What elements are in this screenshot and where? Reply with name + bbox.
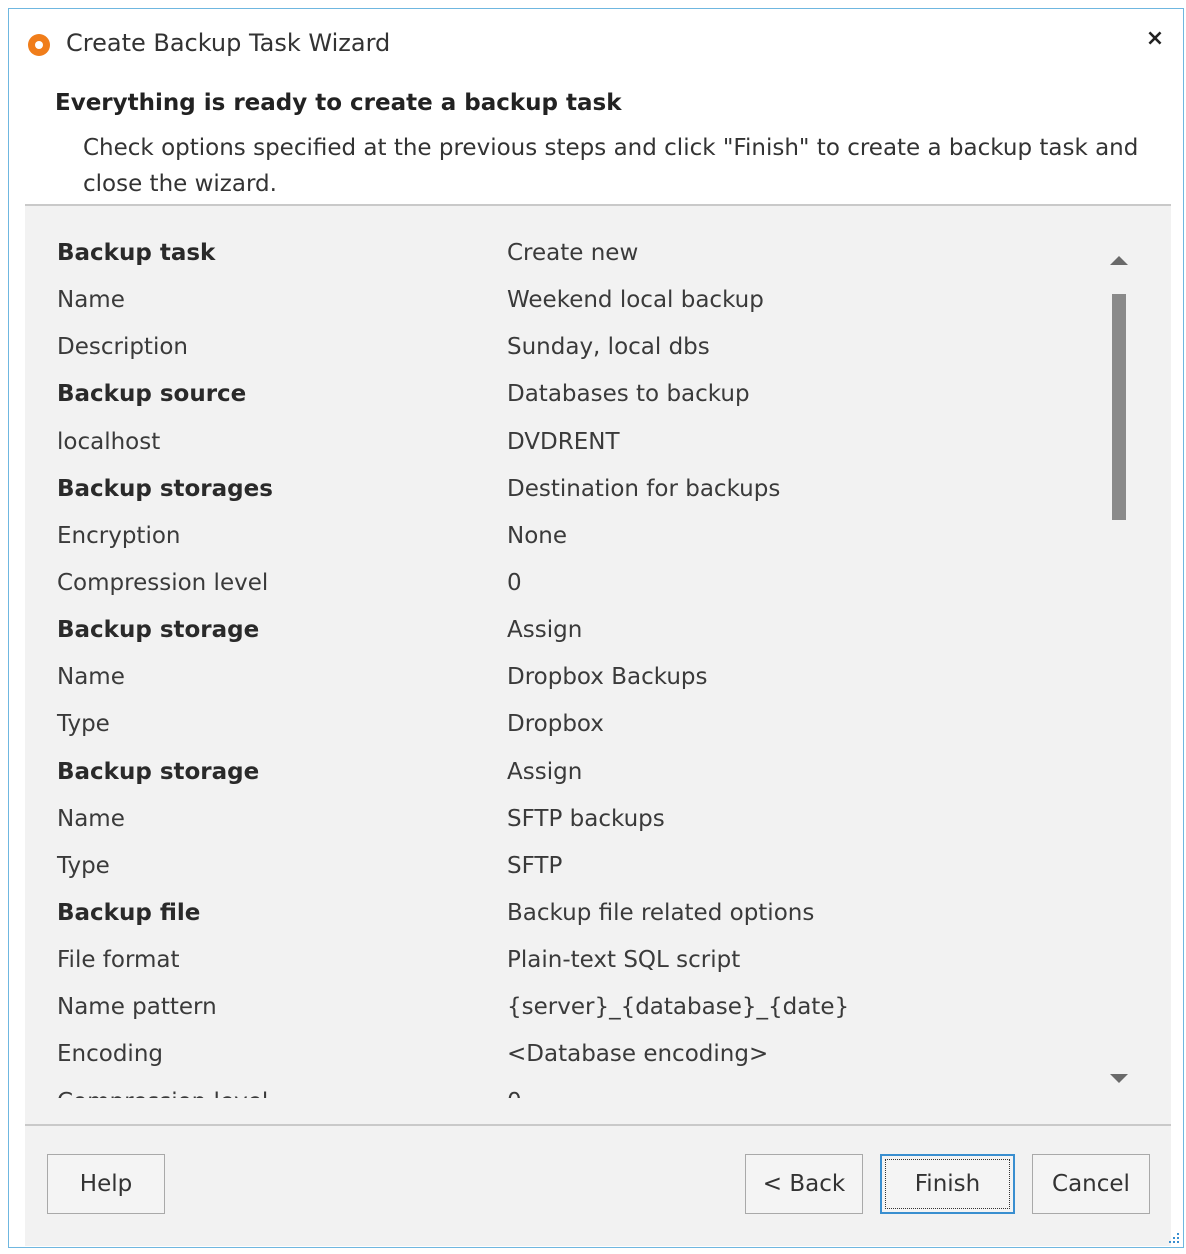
summary-section-row: Backup source Databases to backup	[25, 373, 1105, 420]
summary-value: Create new	[507, 240, 639, 266]
step-description: Check options specified at the previous …	[83, 135, 1139, 197]
summary-key: Backup source	[57, 381, 247, 408]
summary-value: Sunday, local dbs	[507, 334, 710, 361]
summary-row: Name Dropbox Backups	[25, 656, 1105, 703]
summary-row: Compression level 0	[25, 562, 1105, 609]
summary-value: Assign	[507, 617, 583, 644]
summary-section-row: Backup task Create new	[25, 232, 1105, 279]
summary-row: Name pattern {server}_{database}_{date}	[25, 986, 1105, 1033]
resize-grip-icon[interactable]	[1167, 1231, 1181, 1245]
back-button[interactable]: < Back	[745, 1154, 863, 1214]
summary-key: Description	[57, 334, 188, 361]
summary-row: localhost DVDRENT	[25, 421, 1105, 468]
cancel-button[interactable]: Cancel	[1032, 1154, 1150, 1214]
summary-section-row: Backup file Backup file related options	[25, 892, 1105, 939]
help-button[interactable]: Help	[47, 1154, 165, 1214]
summary-value: Plain-text SQL script	[507, 947, 741, 974]
summary-value: Dropbox	[507, 711, 604, 738]
summary-key: Compression level	[57, 1089, 268, 1098]
summary-row: Encryption None	[25, 515, 1105, 562]
title-bar: Create Backup Task Wizard ×	[9, 9, 1183, 75]
close-icon[interactable]: ×	[1139, 23, 1171, 55]
summary-row: File format Plain-text SQL script	[25, 939, 1105, 986]
summary-key: Backup storage	[57, 617, 260, 644]
summary-list: Backup task Create new Name Weekend local b…	[25, 232, 1105, 1098]
summary-value: None	[507, 522, 568, 549]
summary-key: Name	[57, 805, 125, 832]
summary-value: SFTP	[507, 852, 563, 879]
summary-key: Type	[57, 852, 110, 879]
summary-row: Description Sunday, local dbs	[25, 326, 1105, 373]
summary-key: Backup storages	[57, 475, 273, 502]
summary-row: Name SFTP backups	[25, 798, 1105, 845]
window-title: Create Backup Task Wizard	[66, 29, 391, 57]
summary-value: 0	[507, 569, 522, 596]
summary-key: localhost	[57, 428, 161, 455]
summary-key: Name	[57, 664, 125, 691]
summary-key: Encryption	[57, 522, 181, 549]
summary-row: Type SFTP	[25, 845, 1105, 892]
summary-row: Encoding <Database encoding>	[25, 1033, 1105, 1080]
summary-panel: Backup task Create new Name Weekend local b…	[25, 206, 1171, 1124]
summary-key: Compression level	[57, 569, 269, 596]
scroll-down-arrow-icon[interactable]	[1110, 1074, 1128, 1083]
summary-value: DVDRENT	[507, 428, 620, 455]
summary-value: Dropbox Backups	[507, 664, 708, 691]
scrollbar-thumb[interactable]	[1112, 294, 1126, 520]
summary-value: Assign	[507, 758, 583, 785]
summary-row: Compression level 0	[25, 1081, 1105, 1098]
summary-value: <Database encoding>	[507, 1041, 769, 1068]
summary-value: Backup file related options	[507, 899, 815, 926]
summary-value: {server}_{database}_{date}	[507, 994, 850, 1021]
gear-icon	[28, 34, 50, 56]
summary-key: Name	[57, 287, 125, 314]
summary-key: Type	[57, 711, 110, 738]
summary-key: File format	[57, 947, 180, 974]
finish-button[interactable]: Finish	[880, 1154, 1015, 1214]
summary-value: 0	[507, 1089, 522, 1098]
wizard-header: Everything is ready to create a backup t…	[9, 75, 1183, 205]
summary-section-row: Backup storage Assign	[25, 751, 1105, 798]
summary-key: Name pattern	[57, 994, 217, 1021]
summary-value: Destination for backups	[507, 475, 781, 502]
summary-value: Databases to backup	[507, 381, 750, 408]
summary-value: SFTP backups	[507, 805, 665, 832]
summary-value: Weekend local backup	[507, 287, 764, 314]
summary-key: Backup file	[57, 899, 201, 926]
summary-section-row: Backup storages Destination for backups	[25, 468, 1105, 515]
step-title: Everything is ready to create a backup t…	[55, 90, 622, 116]
button-bar: Help < Back Finish Cancel	[25, 1126, 1171, 1246]
scroll-up-arrow-icon[interactable]	[1110, 256, 1128, 265]
summary-row: Name Weekend local backup	[25, 279, 1105, 326]
summary-key: Backup storage	[57, 758, 260, 785]
summary-row: Type Dropbox	[25, 703, 1105, 750]
summary-section-row: Backup storage Assign	[25, 609, 1105, 656]
wizard-window: Create Backup Task Wizard × Everything i…	[8, 8, 1184, 1248]
summary-key: Encoding	[57, 1041, 163, 1068]
finish-button-label: Finish	[914, 1171, 981, 1197]
summary-key: Backup task	[57, 240, 216, 266]
